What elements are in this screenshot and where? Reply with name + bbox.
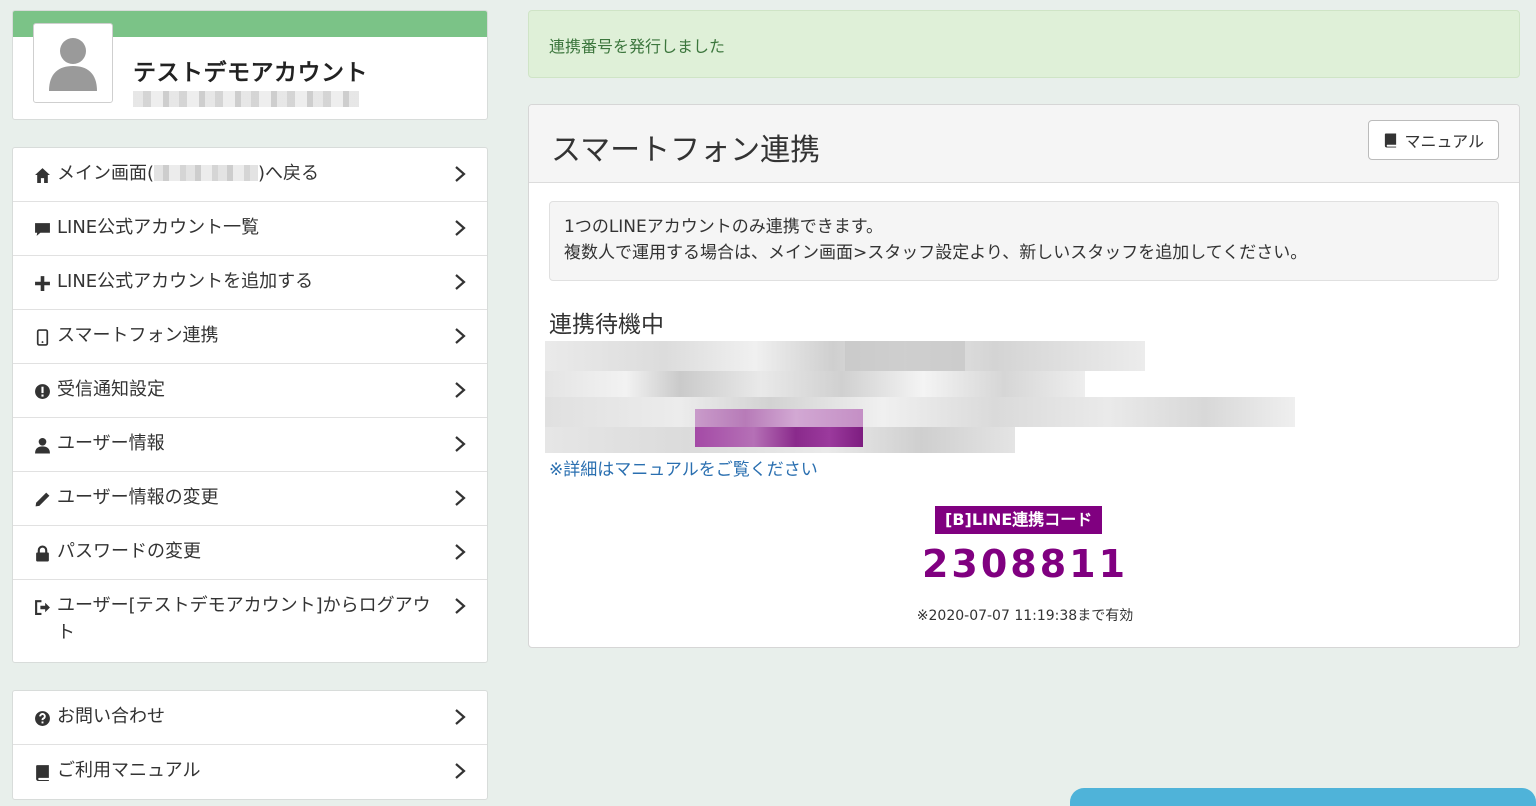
sign-out-icon: [33, 598, 51, 616]
redacted-text: [154, 165, 259, 181]
avatar: [33, 23, 113, 103]
info-well: 1つのLINEアカウントのみ連携できます。 複数人で運用する場合は、メイン画面>…: [549, 201, 1499, 281]
link-code-value: 2308811: [921, 542, 1129, 586]
sidebar-item-label: LINE公式アカウント一覧: [57, 217, 260, 238]
panel-header: スマートフォン連携 マニュアル: [529, 105, 1519, 183]
sidebar-item-main-screen[interactable]: メイン画面()へ戻る: [13, 148, 487, 202]
chevron-right-icon: [455, 436, 466, 452]
sidebar-item-label: ユーザー情報: [57, 433, 165, 454]
pencil-icon: [33, 490, 51, 508]
sidebar-item-user-manual[interactable]: ご利用マニュアル: [13, 745, 487, 799]
book-icon: [33, 763, 51, 781]
home-icon: [33, 166, 51, 184]
chat-widget-tab[interactable]: [1070, 788, 1536, 806]
chevron-right-icon: [455, 544, 466, 560]
sidebar-item-label: 受信通知設定: [57, 379, 165, 400]
chevron-right-icon: [455, 274, 466, 290]
sidebar-item-label: スマートフォン連携: [57, 325, 219, 346]
chevron-right-icon: [455, 490, 466, 506]
lock-icon: [33, 544, 51, 562]
exclamation-circle-icon: [33, 382, 51, 400]
book-icon: [1385, 133, 1397, 148]
sidebar-item-edit-user-info[interactable]: ユーザー情報の変更: [13, 472, 487, 526]
chevron-right-icon: [455, 220, 466, 236]
question-circle-icon: [33, 709, 51, 727]
user-icon: [33, 436, 51, 454]
sidebar-item-change-password[interactable]: パスワードの変更: [13, 526, 487, 580]
profile-card: テストデモアカウント: [12, 10, 488, 120]
sidebar-item-label: パスワードの変更: [57, 541, 201, 562]
sidebar-item-label: LINE公式アカウントを追加する: [57, 271, 314, 292]
chevron-right-icon: [455, 763, 466, 779]
smartphone-link-panel: スマートフォン連携 マニュアル 1つのLINEアカウントのみ連携できます。 複数…: [528, 104, 1520, 648]
chevron-right-icon: [455, 166, 466, 182]
info-line-2: 複数人で運用する場合は、メイン画面>スタッフ設定より、新しいスタッフを追加してく…: [564, 243, 1308, 263]
link-code-label: [B]LINE連携コード: [935, 506, 1103, 534]
chevron-right-icon: [455, 709, 466, 725]
plus-icon: [33, 274, 51, 292]
comment-icon: [33, 220, 51, 238]
sidebar-item-contact[interactable]: お問い合わせ: [13, 691, 487, 745]
sidebar-menu-support: お問い合わせ ご利用マニュアル: [12, 690, 488, 800]
profile-name: テストデモアカウント: [133, 60, 368, 86]
sidebar-item-line-accounts[interactable]: LINE公式アカウント一覧: [13, 202, 487, 256]
info-line-1: 1つのLINEアカウントのみ連携できます。: [564, 217, 884, 237]
sidebar-item-label: ユーザー情報の変更: [57, 487, 219, 508]
sidebar-item-user-info[interactable]: ユーザー情報: [13, 418, 487, 472]
manual-button[interactable]: マニュアル: [1368, 120, 1499, 160]
redacted-mosaic-image: [545, 341, 1295, 453]
chevron-right-icon: [455, 382, 466, 398]
sidebar-item-label: ご利用マニュアル: [57, 760, 201, 781]
sidebar-item-label: お問い合わせ: [57, 706, 165, 727]
chevron-right-icon: [455, 598, 466, 614]
manual-link[interactable]: ※詳細はマニュアルをご覧ください: [549, 455, 818, 480]
sidebar-item-label: メイン画面()へ戻る: [57, 163, 320, 184]
link-status-heading: 連携待機中: [549, 312, 664, 338]
chevron-right-icon: [455, 328, 466, 344]
link-code-expiry: ※2020-07-07 11:19:38まで有効: [916, 608, 1134, 624]
user-silhouette-icon: [49, 38, 97, 91]
sidebar-item-add-line-account[interactable]: LINE公式アカウントを追加する: [13, 256, 487, 310]
sidebar-menu-main: メイン画面()へ戻る LINE公式アカウント一覧 LINE公式アカウントを追加す…: [12, 147, 488, 663]
manual-button-label: マニュアル: [1404, 132, 1484, 151]
success-alert: 連携番号を発行しました: [528, 10, 1520, 78]
sidebar-item-smartphone-link[interactable]: スマートフォン連携: [13, 310, 487, 364]
mobile-icon: [33, 328, 51, 346]
sidebar-item-logout[interactable]: ユーザー[テストデモアカウント]からログアウト: [13, 580, 487, 660]
page-title: スマートフォン連携: [551, 133, 821, 168]
sidebar-item-label: ユーザー[テストデモアカウント]からログアウト: [57, 595, 431, 643]
profile-subtitle-redacted: [133, 91, 359, 107]
sidebar-item-notification-settings[interactable]: 受信通知設定: [13, 364, 487, 418]
